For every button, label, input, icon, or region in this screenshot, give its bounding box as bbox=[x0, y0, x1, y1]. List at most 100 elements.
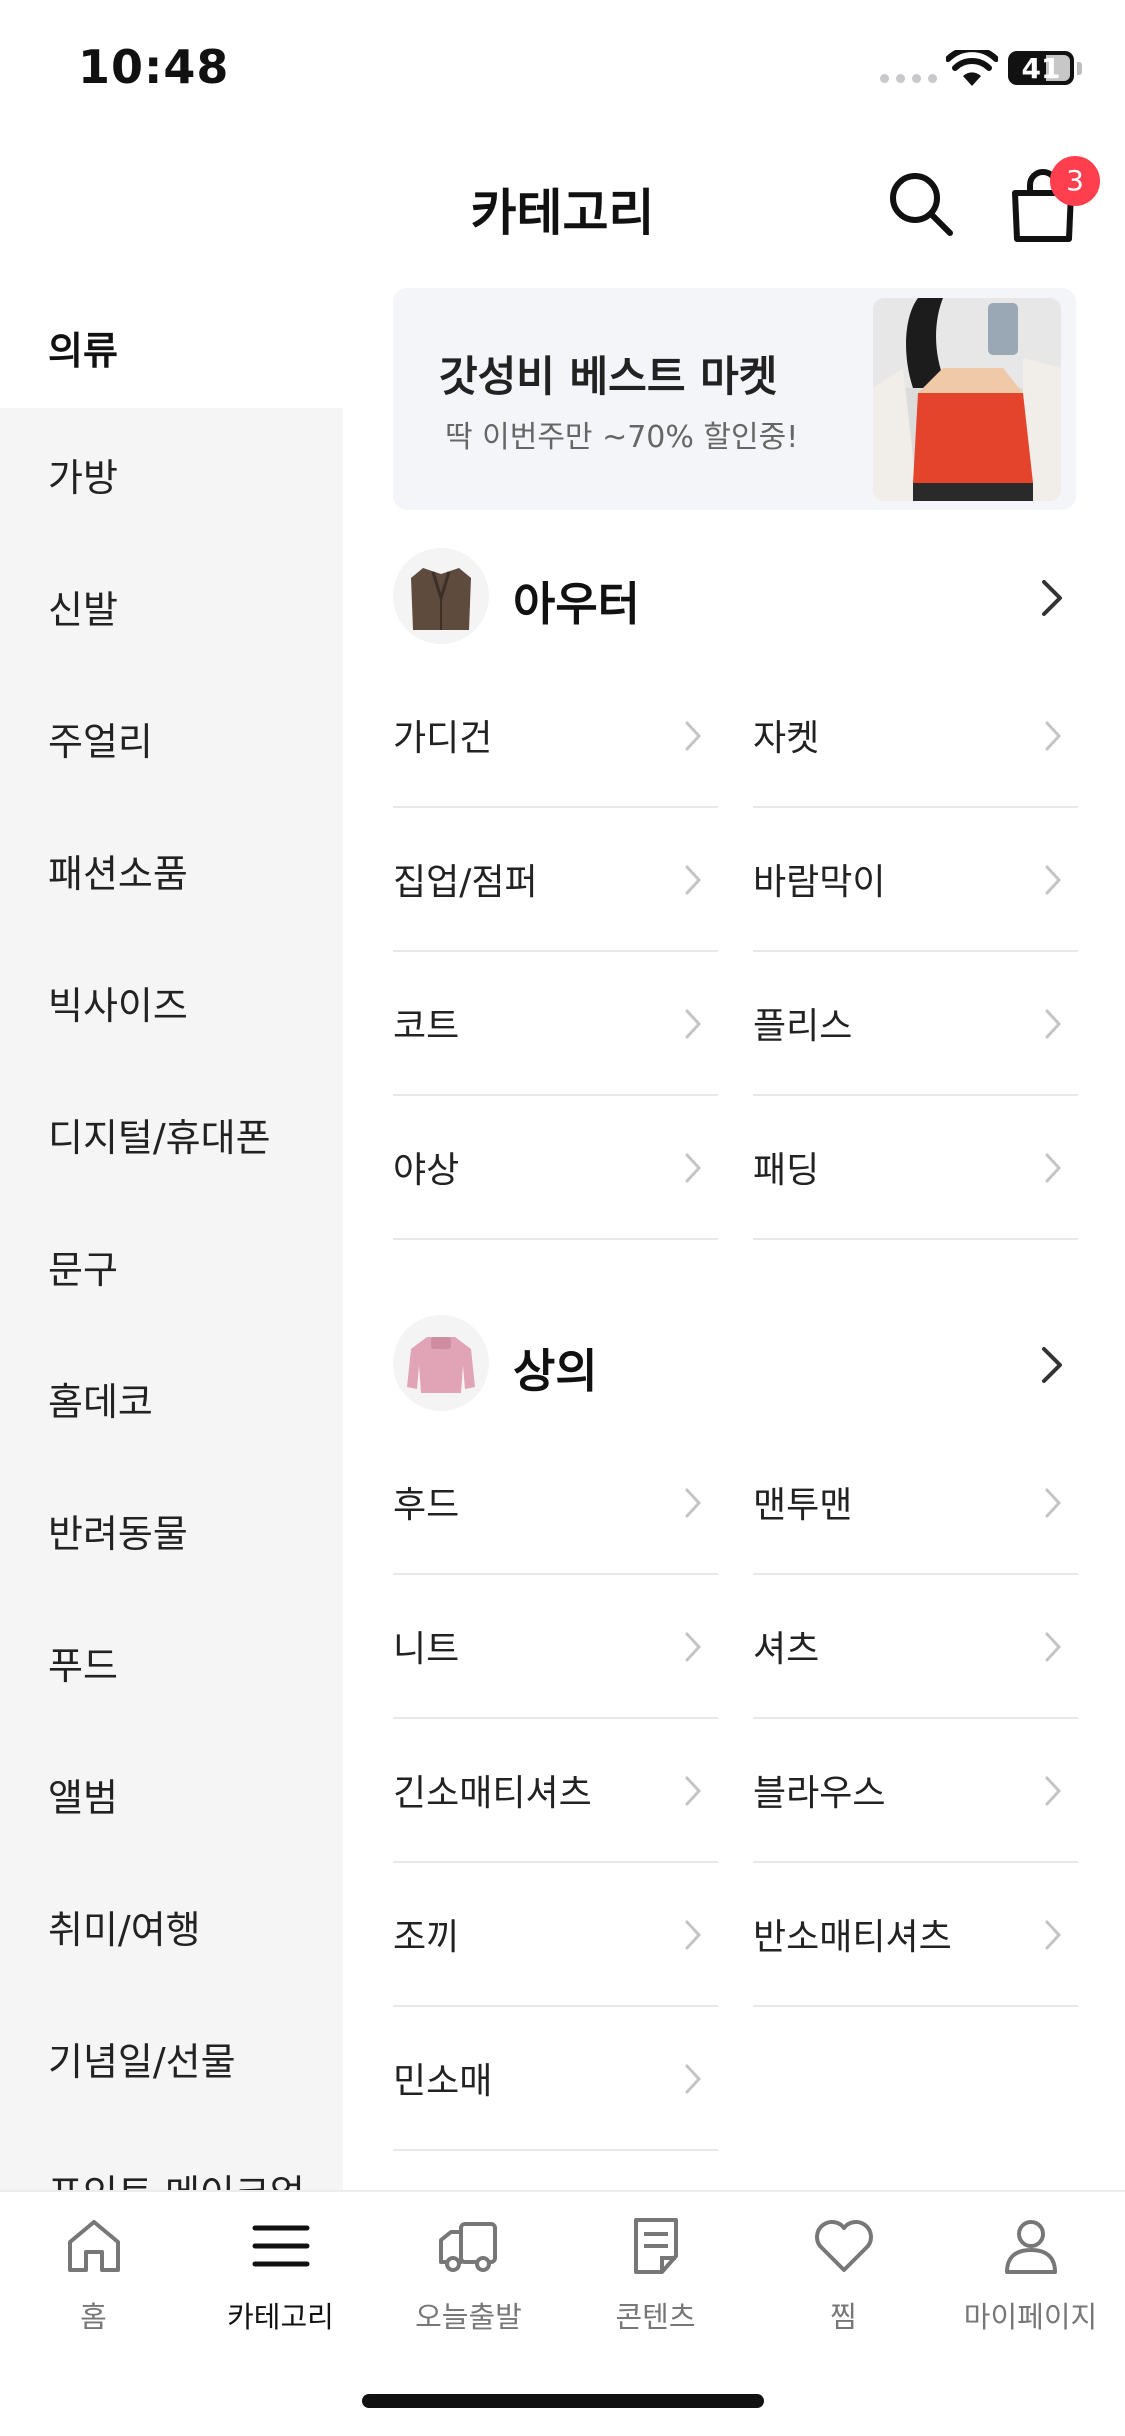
home-indicator[interactable] bbox=[362, 2394, 764, 2408]
chevron-right-icon bbox=[1045, 1009, 1062, 1039]
sidebar-item-shoes[interactable]: 신발 bbox=[0, 540, 343, 672]
tops-thumbnail bbox=[393, 1315, 489, 1411]
chevron-right-icon bbox=[1045, 865, 1062, 895]
subcategory-item[interactable]: 가디건 bbox=[393, 664, 718, 808]
subcategory-label: 민소매 bbox=[393, 2061, 493, 2102]
cellular-signal-icon bbox=[880, 74, 937, 83]
sidebar-item-fashion-accessories[interactable]: 패션소품 bbox=[0, 804, 343, 936]
truck-icon bbox=[439, 2222, 497, 2272]
subcategory-label: 후드 bbox=[393, 1485, 460, 1526]
sidebar-item-big-size[interactable]: 빅사이즈 bbox=[0, 936, 343, 1068]
promo-banner[interactable]: 갓성비 베스트 마켓 딱 이번주만 ~70% 할인중! bbox=[393, 288, 1076, 510]
chevron-right-icon bbox=[685, 2064, 702, 2094]
chevron-right-icon bbox=[685, 1009, 702, 1039]
sidebar-item-stationery[interactable]: 문구 bbox=[0, 1200, 343, 1332]
subcategory-item[interactable]: 코트 bbox=[393, 952, 718, 1096]
chevron-right-icon bbox=[685, 1488, 702, 1518]
subcategory-label: 조끼 bbox=[393, 1917, 460, 1958]
section-header-outer[interactable]: 아우터 bbox=[393, 548, 1076, 648]
document-icon bbox=[634, 2218, 678, 2274]
person-icon bbox=[1005, 2220, 1057, 2274]
category-sidebar: 의류 가방 신발 주얼리 패션소품 빅사이즈 디지털/휴대폰 문구 홈데코 반려… bbox=[0, 285, 343, 2190]
section-title-tops: 상의 bbox=[513, 1344, 598, 1398]
sidebar-item-hobby-travel[interactable]: 취미/여행 bbox=[0, 1860, 343, 1992]
sidebar-item-jewelry[interactable]: 주얼리 bbox=[0, 672, 343, 804]
chevron-right-icon bbox=[1045, 1488, 1062, 1518]
battery-icon: 41 bbox=[1008, 51, 1074, 85]
section-header-tops[interactable]: 상의 bbox=[393, 1315, 1076, 1415]
status-time: 10:48 bbox=[78, 40, 230, 94]
subcategory-item[interactable]: 니트 bbox=[393, 1575, 718, 1719]
chevron-right-icon bbox=[685, 1776, 702, 1806]
subcategory-label: 집업/점퍼 bbox=[393, 862, 538, 903]
subcategory-label: 긴소매티셔츠 bbox=[393, 1773, 592, 1814]
chevron-right-icon bbox=[1045, 1632, 1062, 1662]
sidebar-item-home-deco[interactable]: 홈데코 bbox=[0, 1332, 343, 1464]
chevron-right-icon bbox=[685, 721, 702, 751]
subcategory-label: 플리스 bbox=[753, 1006, 853, 1047]
subcategory-item[interactable]: 야상 bbox=[393, 1096, 718, 1240]
tab-label: 카테고리 bbox=[227, 2300, 334, 2334]
subcategory-item[interactable]: 민소매 bbox=[393, 2007, 718, 2151]
tab-category[interactable]: 카테고리 bbox=[187, 2192, 374, 2372]
chevron-right-icon bbox=[1045, 1776, 1062, 1806]
subcategory-label: 패딩 bbox=[753, 1150, 820, 1191]
chevron-right-icon bbox=[685, 1920, 702, 1950]
subcategory-item[interactable]: 바람막이 bbox=[753, 808, 1078, 952]
sidebar-item-food[interactable]: 푸드 bbox=[0, 1596, 343, 1728]
subcategory-label: 자켓 bbox=[753, 718, 820, 759]
category-content: 갓성비 베스트 마켓 딱 이번주만 ~70% 할인중! 아우터 가디건 자켓 집… bbox=[343, 285, 1125, 2190]
tab-my-page[interactable]: 마이페이지 bbox=[937, 2192, 1124, 2372]
outer-thumbnail bbox=[393, 548, 489, 644]
menu-icon bbox=[252, 2225, 310, 2267]
tab-contents[interactable]: 콘텐츠 bbox=[562, 2192, 749, 2372]
tab-home[interactable]: 홈 bbox=[0, 2192, 187, 2372]
sidebar-item-pets[interactable]: 반려동물 bbox=[0, 1464, 343, 1596]
subcategory-label: 블라우스 bbox=[753, 1773, 886, 1814]
subcategory-label: 맨투맨 bbox=[753, 1485, 853, 1526]
subcategory-item[interactable]: 셔츠 bbox=[753, 1575, 1078, 1719]
home-icon bbox=[68, 2220, 120, 2272]
subcategory-item[interactable]: 긴소매티셔츠 bbox=[393, 1719, 718, 1863]
tab-label: 콘텐츠 bbox=[615, 2300, 696, 2334]
subcategory-item[interactable]: 블라우스 bbox=[753, 1719, 1078, 1863]
wifi-icon bbox=[946, 50, 998, 86]
subcategory-label: 바람막이 bbox=[753, 862, 886, 903]
chevron-right-icon bbox=[1045, 1153, 1062, 1183]
chevron-right-icon bbox=[685, 1153, 702, 1183]
subcategory-item[interactable]: 자켓 bbox=[753, 664, 1078, 808]
battery-level: 41 bbox=[1021, 51, 1061, 85]
subcategory-item[interactable]: 플리스 bbox=[753, 952, 1078, 1096]
tab-wishlist[interactable]: 찜 bbox=[750, 2192, 937, 2372]
subcategory-label: 가디건 bbox=[393, 718, 493, 759]
subcategory-item[interactable]: 후드 bbox=[393, 1431, 718, 1575]
subcategory-item[interactable]: 집업/점퍼 bbox=[393, 808, 718, 952]
tab-label: 찜 bbox=[830, 2300, 857, 2334]
tab-today-shipping[interactable]: 오늘출발 bbox=[375, 2192, 562, 2372]
subcategory-item[interactable]: 조끼 bbox=[393, 1863, 718, 2007]
sidebar-item-point-makeup[interactable]: 포인트 메이크업 bbox=[0, 2124, 343, 2191]
subcategory-label: 코트 bbox=[393, 1006, 460, 1047]
chevron-right-icon bbox=[1045, 721, 1062, 751]
chevron-right-icon bbox=[685, 1632, 702, 1662]
heart-icon bbox=[815, 2220, 873, 2272]
cart-count-badge: 3 bbox=[1050, 156, 1100, 206]
status-bar: 10:48 41 bbox=[0, 0, 1125, 135]
sidebar-item-album[interactable]: 앨범 bbox=[0, 1728, 343, 1860]
subcategory-label: 니트 bbox=[393, 1629, 460, 1670]
sidebar-item-bags[interactable]: 가방 bbox=[0, 408, 343, 540]
search-icon[interactable] bbox=[882, 165, 962, 245]
chevron-right-icon bbox=[1042, 580, 1062, 616]
sidebar-item-digital-phone[interactable]: 디지털/휴대폰 bbox=[0, 1068, 343, 1200]
chevron-right-icon bbox=[1045, 1920, 1062, 1950]
subcategory-item[interactable]: 반소매티셔츠 bbox=[753, 1863, 1078, 2007]
subcategory-label: 반소매티셔츠 bbox=[753, 1917, 952, 1958]
subcategory-item[interactable]: 패딩 bbox=[753, 1096, 1078, 1240]
subcategory-item[interactable]: 맨투맨 bbox=[753, 1431, 1078, 1575]
subcategory-label: 야상 bbox=[393, 1150, 460, 1191]
chevron-right-icon bbox=[1042, 1347, 1062, 1383]
banner-model-image bbox=[873, 298, 1061, 501]
sidebar-item-anniversary-gift[interactable]: 기념일/선물 bbox=[0, 1992, 343, 2124]
header: 카테고리 3 bbox=[0, 135, 1125, 285]
sidebar-item-clothing[interactable]: 의류 bbox=[0, 285, 343, 413]
